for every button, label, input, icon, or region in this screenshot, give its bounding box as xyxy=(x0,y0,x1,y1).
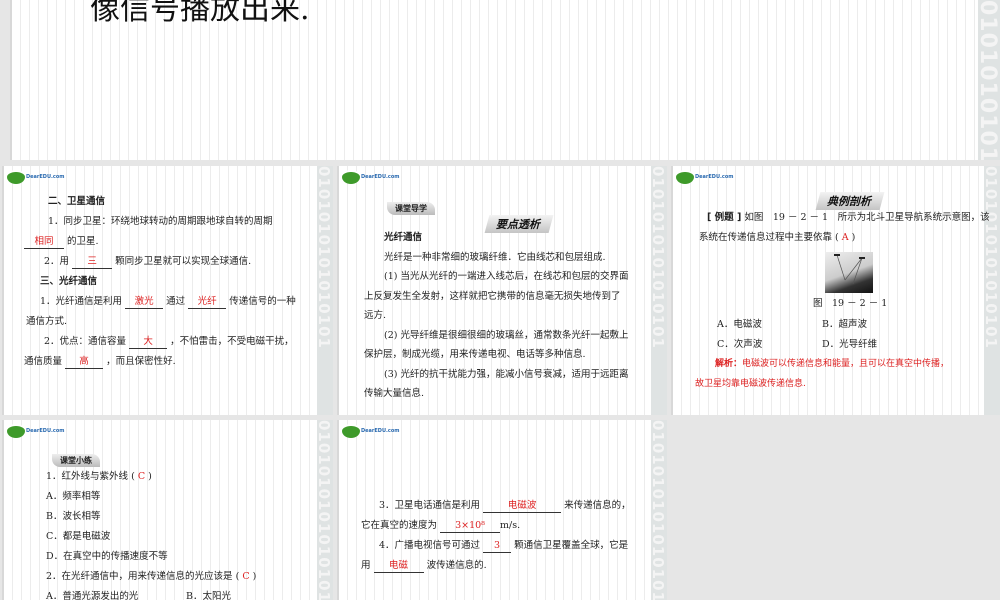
text-line: (2) 光导纤维是很细很细的玻璃丝，通常数条光纤一起敷上 xyxy=(384,329,629,341)
slide-thumbnail-fiber[interactable]: DearEDU.com 0101010101010101 课堂导学 要点透析 光… xyxy=(337,166,667,415)
answer-blank: 电磁 xyxy=(373,559,424,573)
answer-blank: 相同 xyxy=(24,235,64,249)
text: 它在真空的速度为 xyxy=(361,520,438,531)
text: 传递信号的一种 xyxy=(229,296,296,307)
text: 颗同步卫星就可以实现全球通信. xyxy=(115,256,252,267)
logo: DearEDU.com xyxy=(7,424,65,438)
watermark: 0101010101010101 xyxy=(651,166,667,415)
option: A．普通光源发出的光 xyxy=(46,591,139,600)
text-line: 通信方式. xyxy=(26,316,68,327)
answer-blank: 高 xyxy=(65,355,104,369)
slide-thumbnail-top[interactable]: 像信号播放出来. 0101010101010101 xyxy=(10,0,1000,160)
text: 来传递信息的， xyxy=(564,500,631,511)
watermark: 0101010101010101 xyxy=(317,166,333,415)
text: 3．卫星电话通信是利用 xyxy=(379,500,481,511)
watermark: 0101010101010101 xyxy=(984,166,1000,415)
text: 波传递信息的. xyxy=(426,560,487,571)
logo: DearEDU.com xyxy=(7,170,65,184)
logo: DearEDU.com xyxy=(676,170,734,184)
text: 1．光纤通信是利用 xyxy=(40,296,123,307)
figure-caption: 图 19 － 2 － 1 xyxy=(813,298,888,309)
watermark: 0101010101010101 xyxy=(317,420,333,600)
explanation-label: 解析： xyxy=(715,359,743,369)
explanation: 故卫星均靠电磁波传递信息. xyxy=(695,379,806,389)
logo: DearEDU.com xyxy=(342,424,400,438)
text: m/s. xyxy=(500,520,521,531)
text-line: 上反复发生全发射，这样就把它携带的信息毫无损失地传到了 xyxy=(364,290,621,302)
text-line: 远方. xyxy=(364,310,387,321)
explanation: 电磁波可以传递信息和能量，且可以在真空中传播， xyxy=(742,359,950,369)
heading: 二、卫星通信 xyxy=(48,196,106,207)
question: 1．红外线与紫外线 ( xyxy=(46,471,135,482)
section-tag: 课堂小练 xyxy=(52,454,100,467)
text-line: 保护层，制成光缆，用来传递电视、电话等多种信息. xyxy=(364,349,586,360)
watermark: 0101010101010101 xyxy=(651,420,667,600)
text-line: 1．同步卫星：环绕地球转动的周期跟地球自转的周期 xyxy=(48,216,273,227)
title: 光纤通信 xyxy=(384,232,423,243)
slide-thumbnail-practice[interactable]: DearEDU.com 0101010101010101 课堂小练 1．红外线与… xyxy=(2,420,333,600)
option-d: D．光导纤维 xyxy=(822,339,878,350)
answer-blank: 大 xyxy=(129,335,168,349)
text: ) xyxy=(851,232,856,243)
satellite-figure xyxy=(825,252,873,293)
watermark: 0101010101010101 xyxy=(978,0,1000,160)
option: B．波长相等 xyxy=(46,511,101,522)
answer: A xyxy=(841,232,849,243)
text: ，而且保密性好. xyxy=(106,356,176,367)
text: 如图 19 － 2 － 1 所示为北斗卫星导航系统示意图，该 xyxy=(744,212,990,223)
text: ) xyxy=(148,471,152,482)
slide-thumbnail-practice-2[interactable]: DearEDU.com 0101010101010101 3．卫星电话通信是利用… xyxy=(337,420,667,600)
answer-blank: 电磁波 xyxy=(483,499,562,513)
text: ) xyxy=(252,571,257,582)
answer-blank: 3×10⁸ xyxy=(440,519,501,533)
question: 2．在光纤通信中，用来传递信息的光应该是 ( xyxy=(46,571,240,582)
text: 2．优点：通信容量 xyxy=(44,336,127,347)
answer-blank: 三 xyxy=(72,255,113,269)
answer: C xyxy=(137,471,146,482)
text-line: 传输大量信息. xyxy=(364,388,425,399)
answer-blank: 光纤 xyxy=(188,295,227,309)
logo: DearEDU.com xyxy=(342,170,400,184)
slide-thumbnail-satellite[interactable]: DearEDU.com 0101010101010101 二、卫星通信 1．同步… xyxy=(2,166,333,415)
text: 通信质量 xyxy=(24,356,63,367)
option: D．在真空中的传播速度不等 xyxy=(46,551,168,562)
text: 的卫星. xyxy=(67,236,99,247)
text: 颗通信卫星覆盖全球，它是 xyxy=(514,540,629,551)
text-line: (1) 当光从光纤的一端进入线芯后，在线芯和包层的交界面 xyxy=(384,271,629,282)
slide-text: 像信号播放出来. xyxy=(90,0,310,27)
text: 4．广播电视信号可通过 xyxy=(379,540,481,551)
option-a: A．电磁波 xyxy=(717,319,762,330)
option: A．频率相等 xyxy=(46,491,101,502)
label: [ 例题 ] xyxy=(707,212,742,223)
text: 2．用 xyxy=(44,256,70,267)
option-b: B．超声波 xyxy=(822,319,867,330)
option: C．都是电磁波 xyxy=(46,531,111,542)
text: 系统在传递信息过程中主要依靠 ( xyxy=(699,232,839,243)
option-c: C．次声波 xyxy=(717,339,763,350)
answer: C xyxy=(242,571,250,582)
slide-thumbnail-example[interactable]: DearEDU.com 0101010101010101 典例剖析 [ 例题 ]… xyxy=(671,166,1000,415)
heading: 三、光纤通信 xyxy=(40,276,98,287)
option: B．太阳光 xyxy=(186,591,231,600)
text-line: 光纤是一种非常细的玻璃纤维．它由线芯和包层组成. xyxy=(384,251,606,263)
answer-blank: 激光 xyxy=(125,295,164,309)
text: 通过 xyxy=(166,296,186,307)
text: 用 xyxy=(361,560,371,571)
section-tag: 课堂导学 xyxy=(387,202,435,215)
text: ，不怕雷击，不受电磁干扰， xyxy=(170,336,294,347)
answer-blank: 3 xyxy=(483,539,512,553)
text-line: (3) 光纤的抗干扰能力强，能减小信号衰减，适用于远距离 xyxy=(384,368,629,380)
